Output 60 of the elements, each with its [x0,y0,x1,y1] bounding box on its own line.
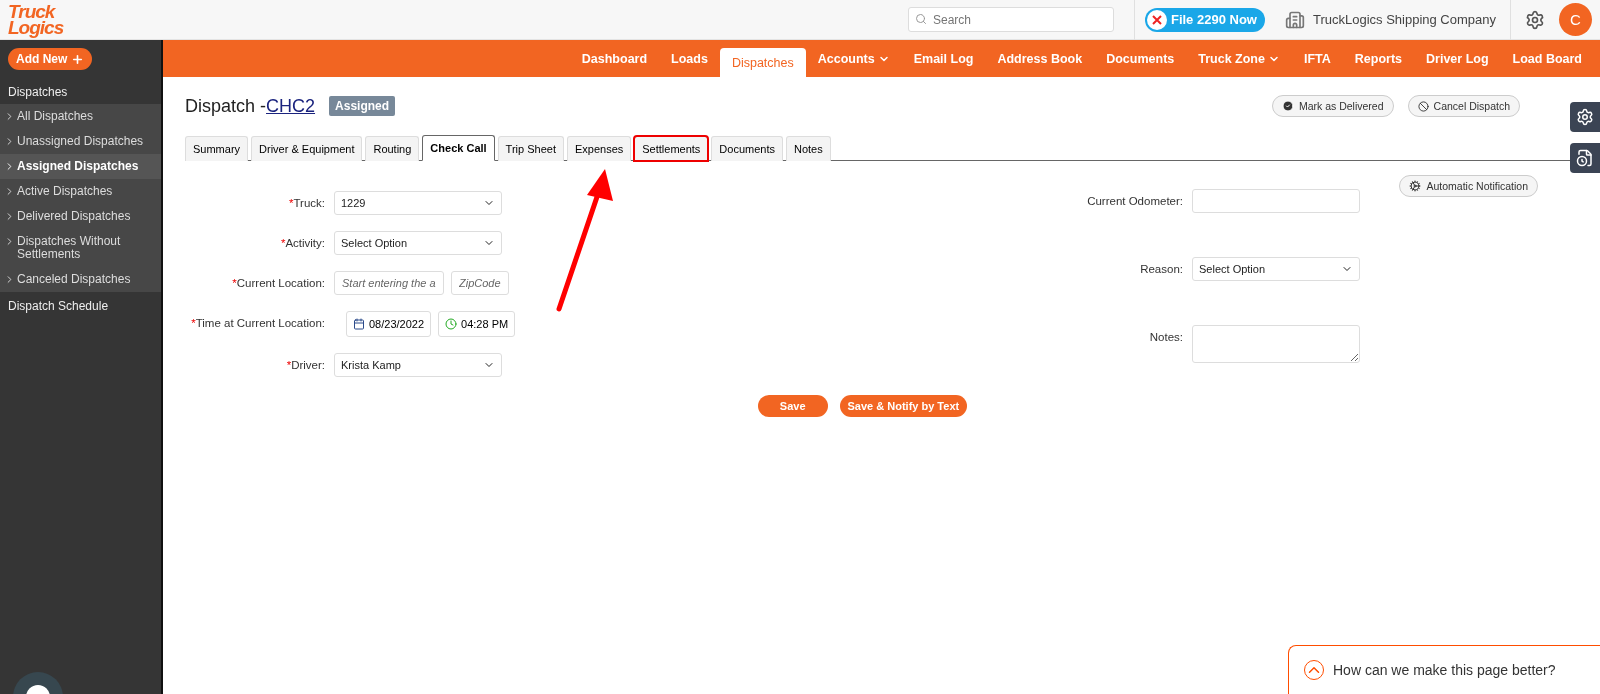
status-badge: Assigned [329,96,396,116]
tab[interactable]: Check Call [422,135,495,161]
tab[interactable]: Expenses [566,136,632,161]
action-button[interactable]: Cancel Dispatch [1407,95,1520,117]
field-label: Current Odometer: [1086,194,1183,207]
building-icon [1284,9,1305,30]
company-name: TruckLogics Shipping Company [1312,12,1496,27]
field-label: *Current Location: [231,276,325,289]
settings-tool-button[interactable] [1570,102,1600,132]
field-label: Reason: [1139,262,1183,275]
feedback-button[interactable]: How can we make this page better? [1288,645,1600,694]
text-field[interactable] [1192,189,1360,213]
sidebar-item[interactable]: Dispatches Without Settlements [0,229,161,267]
time-field[interactable]: 04:28 PM [438,311,516,337]
zipcode-field[interactable]: ZipCode [451,271,509,295]
notes-field[interactable] [1192,325,1360,363]
tab[interactable]: Trip Sheet [497,136,564,161]
select-field[interactable]: Select Option [334,231,502,255]
sidebar-item[interactable]: Active Dispatches [0,179,161,204]
settings-button[interactable] [1525,9,1545,30]
sidebar-item[interactable]: Unassigned Dispatches [0,129,161,154]
tab[interactable]: Notes [786,136,831,161]
action-button[interactable]: Mark as Delivered [1271,95,1394,117]
sidebar-heading[interactable]: Dispatches [0,78,161,104]
sidebar-item[interactable]: Assigned Dispatches [0,154,161,179]
automatic-notification-button[interactable]: Automatic Notification [1399,175,1538,197]
tab[interactable]: Documents [711,136,783,161]
date-field[interactable]: 08/23/2022 [346,311,432,337]
promo-icon [1146,9,1167,30]
field-label: *Time at Current Location: [190,316,325,329]
cancel-icon [1417,100,1429,112]
tab[interactable]: Summary [185,136,249,161]
report-tool-button[interactable] [1570,143,1600,173]
field-label: *Truck: [288,196,325,209]
location-field[interactable]: Start entering the a [334,271,444,295]
search-icon [914,13,927,25]
clock-icon [445,318,458,330]
gear-icon [1409,180,1422,192]
check-icon [1281,100,1294,112]
select-field[interactable]: Krista Kamp [334,353,502,377]
field-label: *Driver: [285,358,325,371]
tab[interactable]: Settlements [634,136,709,161]
tab[interactable]: Driver & Equipment [251,136,363,161]
dispatch-link[interactable]: CHC2 [266,95,316,117]
sidebar-item[interactable]: Canceled Dispatches [0,267,161,292]
calendar-icon [353,318,365,330]
plus-icon [71,52,85,66]
page-title: Dispatch - [185,95,267,117]
field-label: *Activity: [279,236,325,249]
sidebar-item[interactable]: Delivered Dispatches [0,204,161,229]
document-clock-icon [1576,149,1594,167]
tab[interactable]: Routing [365,136,420,161]
sidebar-item[interactable]: All Dispatches [0,104,161,129]
field-label: Notes: [1148,330,1183,343]
select-field[interactable]: Select Option [1192,257,1360,281]
select-field[interactable]: 1229 [334,191,502,215]
sidebar-heading[interactable]: Dispatch Schedule [0,292,161,318]
search-field[interactable]: Search [907,7,1114,32]
logo: Truck Logics [8,3,64,36]
gear-icon [1576,108,1594,126]
